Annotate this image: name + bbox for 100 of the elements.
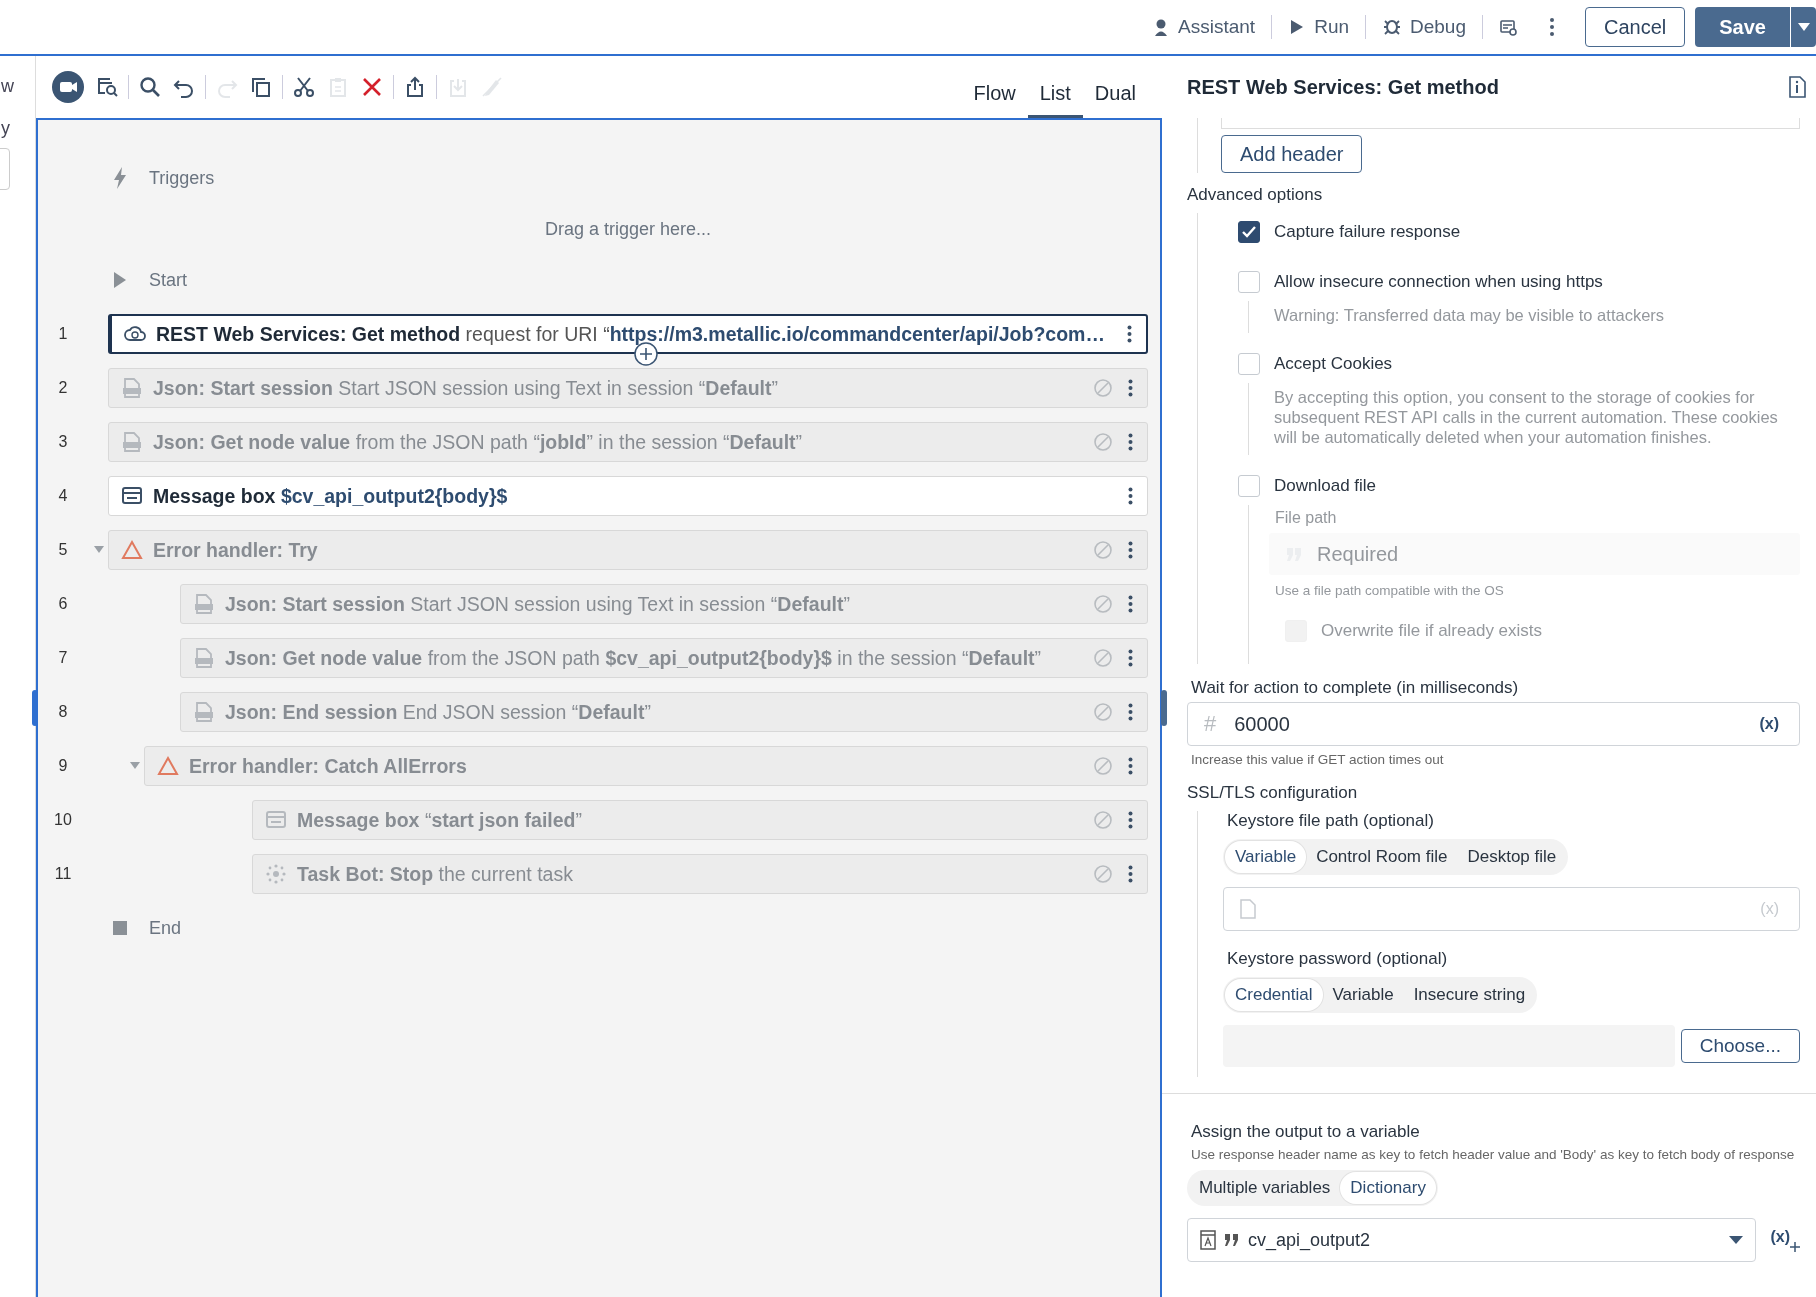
run-button[interactable]: Run xyxy=(1272,10,1365,44)
line-number: 3 xyxy=(57,433,69,451)
field-label: Assign the output to a variable xyxy=(1191,1122,1420,1141)
line-number: 8 xyxy=(57,703,69,721)
dots-icon xyxy=(265,863,287,885)
add-header-button[interactable]: Add header xyxy=(1221,135,1363,173)
field-hint: Increase this value if GET action times out xyxy=(1191,752,1445,767)
document-icon xyxy=(121,377,143,399)
caret-icon xyxy=(1797,23,1810,31)
field-label: Wait for action to complete (in milliseconds) xyxy=(1191,678,1520,698)
view-tab[interactable]: Flow xyxy=(961,82,1028,118)
more-icon[interactable] xyxy=(1127,487,1133,505)
segment-option[interactable]: Variable xyxy=(1225,841,1307,873)
video-camera-icon[interactable] xyxy=(52,71,84,103)
line-number: 7 xyxy=(57,649,69,667)
action-step[interactable]: REST Web Services: Get method request for URI “https://m3.metallic.io/commandcenter/api/Job?com… xyxy=(108,314,1148,354)
text-variable-icon xyxy=(1200,1230,1216,1250)
more-icon[interactable] xyxy=(1126,325,1132,343)
debug-button[interactable]: Debug xyxy=(1366,10,1482,44)
step-text: Json: Get node value from the JSON path $cv_api_output2{body}$ in the session “Default” xyxy=(225,646,1043,670)
number-field[interactable]: # 60000 (x) xyxy=(1187,702,1800,746)
quote-icon xyxy=(1224,1233,1240,1247)
segment-option[interactable]: Dictionary xyxy=(1340,1172,1436,1204)
input-field[interactable] xyxy=(1221,118,1800,129)
checkbox-label: Capture failure response xyxy=(1274,222,1461,242)
field-label: Keystore password (optional) xyxy=(1227,949,1448,968)
document-icon xyxy=(193,647,215,669)
option-note: Warning: Transferred data may be visible to attackers xyxy=(1248,301,1800,333)
cancel-button[interactable]: Cancel xyxy=(1585,7,1686,47)
field-label: File path xyxy=(1275,509,1338,527)
hash-icon: # xyxy=(1204,711,1217,737)
line-number: 5 xyxy=(57,541,69,559)
line-number: 9 xyxy=(57,757,69,775)
document-icon xyxy=(193,593,215,615)
window-search-icon[interactable] xyxy=(96,76,118,98)
field-hint: Use response header name as key to fetch header value and 'Body' as key to fetch body of response xyxy=(1191,1146,1796,1164)
info-document-icon[interactable] xyxy=(1788,76,1806,98)
line-number: 6 xyxy=(57,595,69,613)
scissors-icon[interactable] xyxy=(293,76,315,98)
cloud-icon xyxy=(124,324,146,344)
cut-off-text: y xyxy=(1,118,10,139)
list-gear-icon[interactable] xyxy=(1499,18,1517,36)
trigger-drop-hint: Drag a trigger here... xyxy=(544,218,712,240)
line-number: 1 xyxy=(57,325,69,343)
disabled-icon xyxy=(1093,648,1113,668)
step-text: Message box $cv_api_output2{body}$ xyxy=(153,484,509,508)
caret-icon xyxy=(1729,1236,1744,1244)
triggers-label: Triggers xyxy=(149,167,215,189)
copy-icon[interactable] xyxy=(250,76,272,98)
resize-handle[interactable] xyxy=(1161,690,1167,726)
segment-option[interactable]: Multiple variables xyxy=(1189,1172,1341,1204)
disabled-icon xyxy=(1093,594,1113,614)
disabled-icon xyxy=(1093,810,1113,830)
field-label: Keystore file path (optional) xyxy=(1227,811,1434,830)
variable-dropdown[interactable]: cv_api_output2 xyxy=(1187,1218,1757,1262)
disabled-icon xyxy=(1093,864,1113,884)
segment-option[interactable]: Credential xyxy=(1225,979,1323,1011)
checkbox-label: Allow insecure connection when using https xyxy=(1274,272,1603,292)
end-label: End xyxy=(149,917,182,939)
insert-variable-button[interactable]: (x) xyxy=(1770,1228,1790,1246)
line-number: 4 xyxy=(57,487,69,505)
choose-button[interactable]: Choose... xyxy=(1680,1029,1800,1063)
warning-triangle-icon xyxy=(121,539,143,561)
checkbox-label: Accept Cookies xyxy=(1274,354,1393,374)
field-value: cv_api_output2 xyxy=(1248,1229,1372,1251)
section-heading: SSL/TLS configuration xyxy=(1187,783,1358,802)
insert-variable-button[interactable]: (x) xyxy=(1759,715,1779,733)
save-options-button[interactable] xyxy=(1790,7,1816,47)
disabled-icon xyxy=(1093,540,1113,560)
search-icon[interactable] xyxy=(139,76,161,98)
stop-icon xyxy=(113,921,127,935)
check-icon xyxy=(1242,226,1256,238)
plus-icon xyxy=(1790,1242,1800,1252)
play-icon xyxy=(113,271,127,289)
segment-option[interactable]: Control Room file xyxy=(1306,841,1458,873)
document-icon xyxy=(121,431,143,453)
segment-option[interactable]: Desktop file xyxy=(1457,841,1567,873)
section-heading: Advanced options xyxy=(1187,185,1324,205)
step-text: Json: Start session Start JSON session using Text in session “Default” xyxy=(153,376,779,400)
view-tab[interactable]: Dual xyxy=(1082,82,1148,118)
assistant-button[interactable]: Assistant xyxy=(1136,10,1272,44)
bug-icon xyxy=(1382,17,1402,37)
more-icon[interactable] xyxy=(1549,17,1555,37)
upload-icon[interactable] xyxy=(404,76,426,98)
warning-triangle-icon xyxy=(157,755,179,777)
line-number: 10 xyxy=(53,811,73,829)
save-button[interactable]: Save xyxy=(1695,7,1790,47)
checkbox[interactable] xyxy=(1238,221,1260,243)
disabled-icon xyxy=(1093,756,1113,776)
segment-option[interactable]: Variable xyxy=(1322,979,1404,1011)
delete-icon[interactable] xyxy=(361,76,383,98)
action-step[interactable]: Message box $cv_api_output2{body}$ xyxy=(108,476,1148,516)
resize-handle[interactable] xyxy=(32,690,38,726)
segment-option[interactable]: Insecure string xyxy=(1403,979,1536,1011)
panel-title: REST Web Services: Get method xyxy=(1187,75,1499,99)
field-value: 60000 xyxy=(1234,712,1291,736)
step-text: Task Bot: Stop the current task xyxy=(297,862,574,886)
file-icon xyxy=(1240,899,1256,919)
line-number: 11 xyxy=(53,865,73,883)
disabled-icon xyxy=(1093,432,1113,452)
